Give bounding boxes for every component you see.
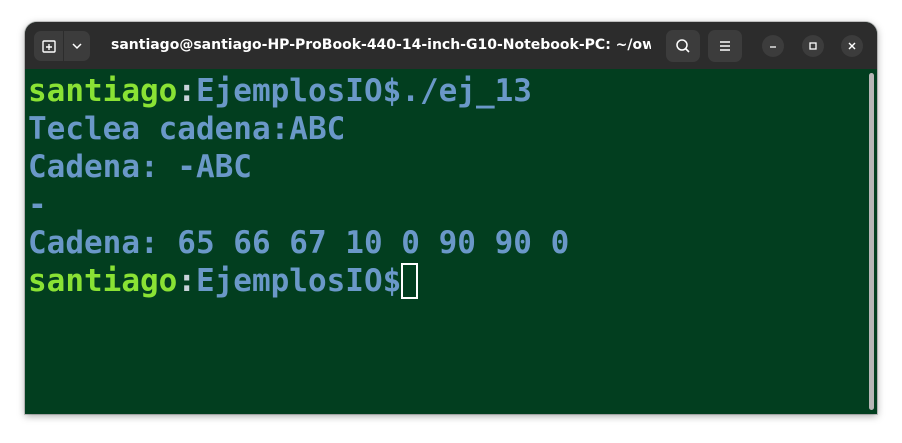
scrollbar[interactable] [869,73,874,410]
hamburger-menu-icon [720,41,730,51]
prompt-path: EjemplosIO$ [195,73,402,109]
prompt-path: EjemplosIO$ [195,263,402,299]
chevron-down-icon [72,43,82,50]
command-text: ./ej_13 [401,73,532,109]
text-cursor [401,263,419,299]
output-line: - [28,187,47,223]
prompt-separator: : [177,73,196,109]
output-line: Cadena: 65 66 67 10 0 90 90 0 [28,225,570,261]
prompt-user: santiago [28,73,178,109]
new-tab-icon [42,40,56,53]
new-tab-button[interactable] [34,31,65,61]
maximize-button[interactable] [802,35,824,57]
minimize-icon [770,46,776,48]
search-icon [676,39,690,53]
close-icon [848,42,856,50]
prompt-line: santiago:EjemplosIO$ [28,262,419,300]
terminal-window: santiago@santiago-HP-ProBook-440-14-inch… [25,22,877,414]
maximize-icon [809,42,817,50]
prompt-separator: : [177,263,196,299]
terminal-content[interactable]: santiago:EjemplosIO$./ej_13 Teclea caden… [25,69,877,414]
menu-button[interactable] [708,30,742,62]
window-title: santiago@santiago-HP-ProBook-440-14-inch… [111,37,651,53]
tab-dropdown-button[interactable] [64,31,90,61]
titlebar: santiago@santiago-HP-ProBook-440-14-inch… [25,22,877,69]
output-line: Cadena: -ABC [28,149,252,185]
search-button[interactable] [666,30,700,62]
close-button[interactable] [841,35,863,57]
minimize-button[interactable] [762,35,784,57]
prompt-line: santiago:EjemplosIO$./ej_13 [28,72,532,110]
tab-controls [34,31,90,61]
prompt-user: santiago [28,263,178,299]
output-line: Teclea cadena:ABC [28,111,346,147]
